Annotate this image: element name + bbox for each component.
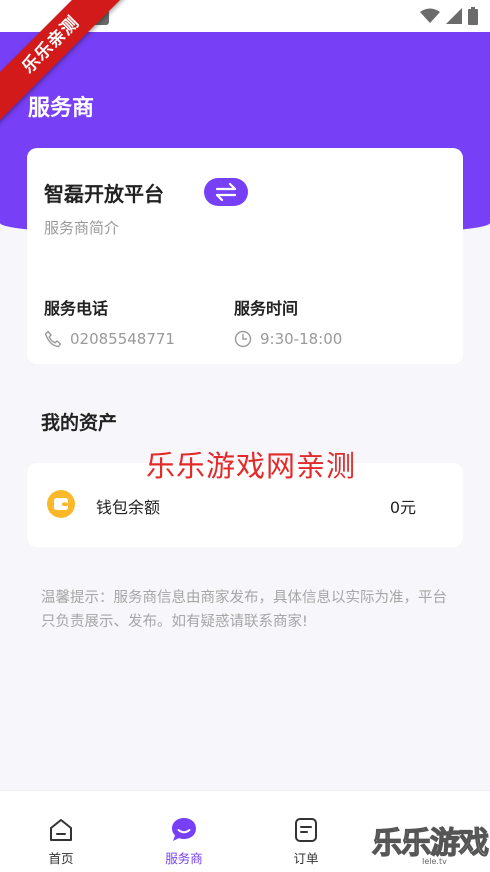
platform-name: 智磊开放平台 <box>44 182 164 206</box>
status-icons <box>420 7 478 25</box>
watermark-text: 乐乐游戏网亲测 <box>146 449 357 483</box>
notice-text: 温馨提示：服务商信息由商家发布，具体信息以实际为准，平台只负责展示、发布。如有疑… <box>41 590 447 630</box>
tab-home[interactable]: 首页 <box>21 815 101 867</box>
clock-icon <box>234 330 252 348</box>
provider-info-card: 智磊开放平台 服务商简介 服务电话 02085548771 服务时间 9:30-… <box>27 148 463 364</box>
switch-platform-button[interactable] <box>204 178 248 206</box>
tab-provider[interactable]: 服务商 <box>144 815 224 867</box>
corner-watermark: 乐乐游戏 <box>371 825 489 861</box>
tab-orders-label: 订单 <box>293 851 319 866</box>
swap-arrows-icon <box>215 183 237 201</box>
tab-provider-label: 服务商 <box>165 851 203 866</box>
phone-label: 服务电话 <box>44 299 109 318</box>
battery-icon <box>468 7 478 25</box>
order-icon <box>295 818 317 842</box>
corner-watermark-sub: Iele.tv <box>422 857 447 866</box>
platform-description: 服务商简介 <box>44 219 120 237</box>
tab-home-label: 首页 <box>48 851 74 866</box>
ribbon-text: 乐乐亲测 <box>0 0 130 125</box>
home-icon <box>50 819 72 841</box>
tab-orders[interactable]: 订单 <box>266 815 346 867</box>
wallet-balance-label: 钱包余额 <box>96 498 161 517</box>
corner-ribbon: 乐乐亲测 <box>0 0 130 130</box>
hours-value-row: 9:30-18:00 <box>234 330 342 348</box>
wallet-balance-value: 0元 <box>389 498 416 517</box>
wifi-icon <box>420 8 440 23</box>
wallet-icon <box>47 490 75 518</box>
chat-bubble-icon <box>172 818 196 841</box>
hours-value: 9:30-18:00 <box>260 330 343 348</box>
hours-label: 服务时间 <box>234 299 299 318</box>
phone-value-row[interactable]: 02085548771 <box>44 330 175 348</box>
phone-value: 02085548771 <box>70 330 175 348</box>
assets-title: 我的资产 <box>41 412 118 434</box>
phone-icon <box>44 330 62 348</box>
signal-icon <box>446 8 462 24</box>
